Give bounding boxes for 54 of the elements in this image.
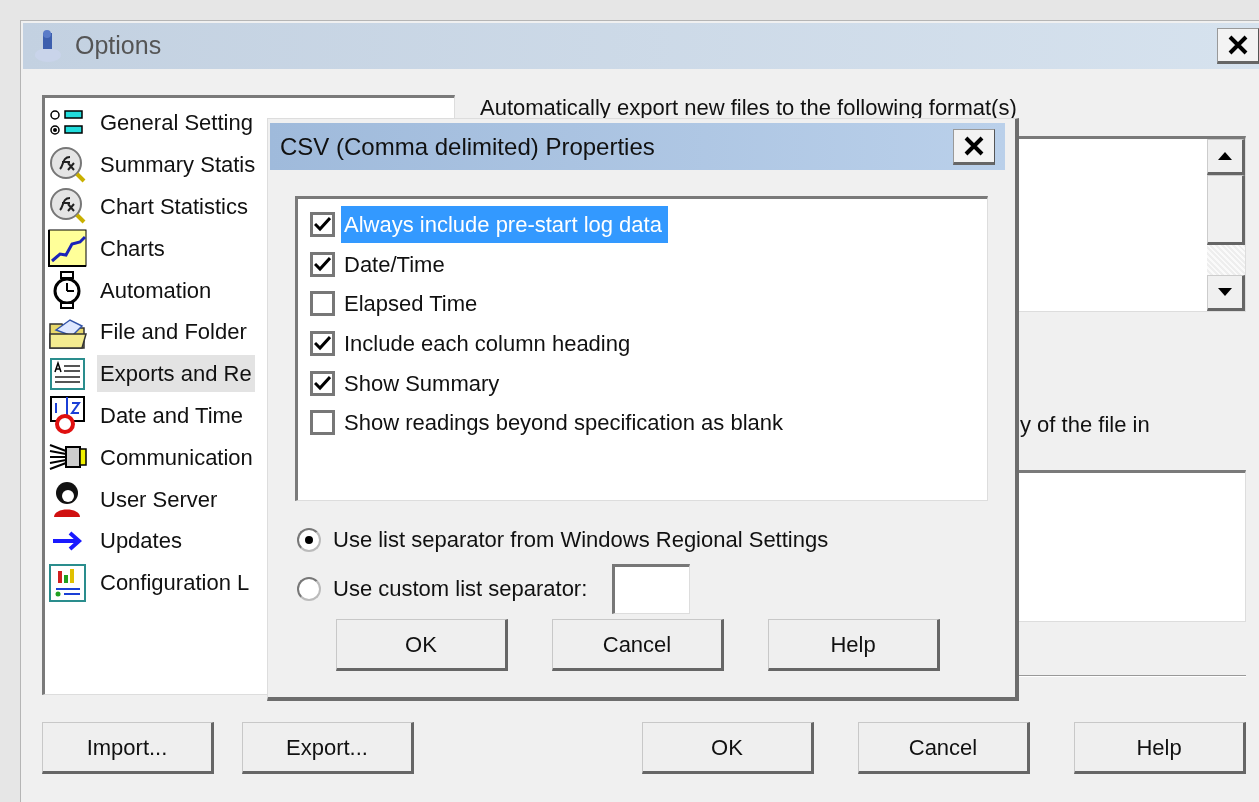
close-button[interactable]: [1217, 28, 1259, 64]
category-item[interactable]: Chart Statistics: [97, 188, 251, 225]
line-chart-icon: [48, 228, 88, 269]
category-item[interactable]: Summary Statis: [97, 146, 259, 184]
calendar-icon: [48, 395, 88, 436]
dialog-button[interactable]: Import...: [42, 722, 214, 774]
export-formats-label: Automatically export new files to the following format(s): [480, 94, 1018, 122]
note-text: y of the file in: [1020, 411, 1151, 439]
window-title: Options: [75, 30, 162, 62]
down-arrow-icon: [1218, 288, 1232, 296]
up-arrow-icon: [1218, 152, 1232, 160]
radio-button[interactable]: [297, 576, 321, 601]
scrollbar-thumb[interactable]: [1207, 175, 1245, 245]
close-icon: [1227, 34, 1249, 56]
close-button[interactable]: [953, 128, 995, 165]
report-chart-icon: [48, 562, 88, 603]
dialog-button[interactable]: Cancel: [858, 722, 1030, 774]
category-item[interactable]: File and Folder: [97, 313, 250, 351]
option-label[interactable]: Include each column heading: [341, 325, 637, 363]
checkbox[interactable]: [310, 331, 335, 357]
scroll-down-button[interactable]: [1207, 275, 1245, 311]
category-item[interactable]: Automation: [97, 271, 215, 309]
close-icon: [963, 134, 985, 157]
checkbox[interactable]: [310, 370, 335, 396]
dialog-button[interactable]: Help: [1074, 722, 1246, 774]
category-item[interactable]: Exports and Re: [97, 355, 255, 393]
checkbox[interactable]: [310, 212, 335, 238]
magnifier-icon: [48, 144, 88, 185]
radio-button[interactable]: [297, 527, 321, 552]
option-label[interactable]: Show Summary: [341, 364, 506, 402]
dialog-title: CSV (Comma delimited) Properties: [280, 131, 655, 162]
radio-label: Use list separator from Windows Regional Settings: [333, 526, 829, 554]
category-item[interactable]: Updates: [97, 522, 185, 560]
dialog-button[interactable]: OK: [336, 619, 508, 671]
dialog-button[interactable]: Cancel: [552, 619, 724, 671]
category-item[interactable]: Configuration L: [97, 564, 253, 602]
option-label[interactable]: Date/Time: [341, 245, 451, 283]
dialog-button[interactable]: Export...: [242, 722, 414, 774]
radio-label: Use custom list separator:: [333, 575, 588, 603]
dialog-button[interactable]: OK: [642, 722, 814, 774]
checkbox[interactable]: [310, 291, 335, 317]
option-label[interactable]: Elapsed Time: [341, 285, 484, 323]
dialog-button[interactable]: Help: [768, 619, 940, 671]
category-item[interactable]: Date and Time: [97, 396, 247, 434]
app-icon: [33, 29, 63, 63]
scroll-up-button[interactable]: [1207, 139, 1245, 175]
category-item[interactable]: Communication: [97, 438, 256, 476]
option-label[interactable]: Show readings beyond specification as blank: [341, 404, 790, 442]
checkbox[interactable]: [310, 251, 335, 277]
category-item[interactable]: General Setting: [97, 104, 256, 142]
category-item[interactable]: Charts: [97, 229, 168, 267]
category-item[interactable]: User Server: [97, 480, 221, 518]
checkbox[interactable]: [310, 410, 335, 436]
separator-field[interactable]: [612, 563, 691, 614]
